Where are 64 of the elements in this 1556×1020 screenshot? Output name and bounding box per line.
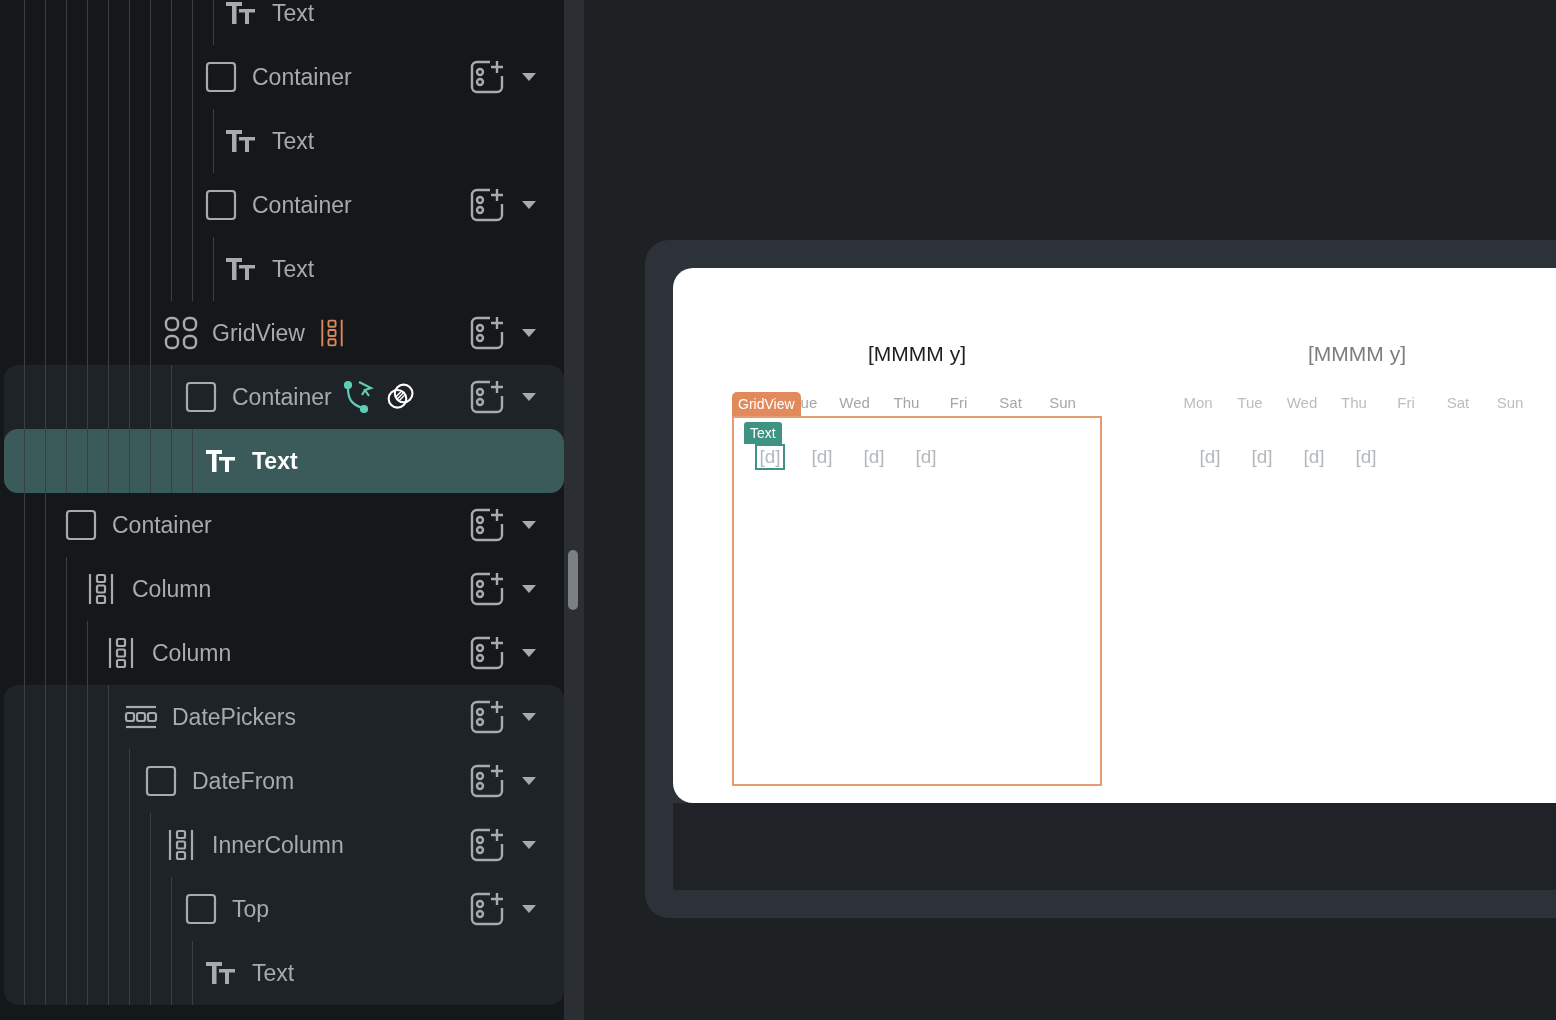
tree-item[interactable]: Column xyxy=(4,557,564,621)
weekday-label: ue xyxy=(800,394,819,413)
container-icon xyxy=(204,60,238,94)
dropdown-caret-icon[interactable] xyxy=(522,776,538,786)
tree-item[interactable]: Text xyxy=(4,237,564,301)
container-icon xyxy=(184,380,218,414)
add-widget-icon[interactable] xyxy=(468,698,506,736)
add-widget-icon[interactable] xyxy=(468,506,506,544)
tree-item[interactable]: Top xyxy=(4,877,564,941)
tree-item[interactable]: Text xyxy=(4,109,564,173)
month-title: [MMMM y] xyxy=(868,342,966,366)
weekday-label: Mon xyxy=(1182,394,1214,413)
weekday-label: Tue xyxy=(1236,394,1264,413)
add-widget-icon[interactable] xyxy=(468,186,506,224)
add-widget-icon[interactable] xyxy=(468,378,506,416)
add-widget-icon[interactable] xyxy=(468,634,506,672)
dropdown-caret-icon[interactable] xyxy=(522,904,538,914)
add-widget-icon[interactable] xyxy=(468,826,506,864)
container-icon xyxy=(64,508,98,542)
tree-item[interactable]: Container xyxy=(4,173,564,237)
weekday-label: Sat xyxy=(998,394,1023,413)
container-icon xyxy=(204,188,238,222)
dropdown-caret-icon[interactable] xyxy=(522,72,538,82)
weekday-label: Sun xyxy=(1048,394,1077,413)
weekday-label: Sun xyxy=(1495,394,1525,413)
add-widget-icon[interactable] xyxy=(468,58,506,96)
add-widget-icon[interactable] xyxy=(468,314,506,352)
weekday-label: Wed xyxy=(838,394,871,413)
dropdown-caret-icon[interactable] xyxy=(522,584,538,594)
tree-item[interactable]: GridView xyxy=(4,301,564,365)
grid-icon xyxy=(164,316,198,350)
month-title: [MMMM y] xyxy=(1308,342,1406,366)
tree-item[interactable]: Text xyxy=(4,0,564,45)
dropdown-caret-icon[interactable] xyxy=(522,200,538,210)
scrollbar-thumb[interactable] xyxy=(568,550,578,610)
dropdown-caret-icon[interactable] xyxy=(522,392,538,402)
weekday-label: Wed xyxy=(1285,394,1319,413)
text-tag: Text xyxy=(744,422,782,444)
weekday-label: Fri xyxy=(1396,394,1416,413)
add-widget-icon[interactable] xyxy=(468,570,506,608)
weekday-label: Thu xyxy=(1340,394,1368,413)
gridview-tag: GridView xyxy=(732,392,801,416)
tree-item[interactable]: Container xyxy=(4,493,564,557)
weekday-label: Fri xyxy=(948,394,969,413)
tree-item[interactable]: Text xyxy=(4,429,564,493)
dropdown-caret-icon[interactable] xyxy=(522,520,538,530)
container-icon xyxy=(144,764,178,798)
dropdown-caret-icon[interactable] xyxy=(522,648,538,658)
weekday-label: Thu xyxy=(892,394,921,413)
tree-item[interactable]: DateFrom xyxy=(4,749,564,813)
tree-item[interactable]: DatePickers xyxy=(4,685,564,749)
container-icon xyxy=(184,892,218,926)
tree-item[interactable]: InnerColumn xyxy=(4,813,564,877)
dropdown-caret-icon[interactable] xyxy=(522,328,538,338)
weekday-label: Sat xyxy=(1445,394,1471,413)
tree-item[interactable]: Container xyxy=(4,45,564,109)
dropdown-caret-icon[interactable] xyxy=(522,840,538,850)
tree-item[interactable]: Container xyxy=(4,365,564,429)
tree-item[interactable]: Text xyxy=(4,941,564,1005)
dropdown-caret-icon[interactable] xyxy=(522,712,538,722)
tree-item[interactable]: Column xyxy=(4,621,564,685)
add-widget-icon[interactable] xyxy=(468,890,506,928)
add-widget-icon[interactable] xyxy=(468,762,506,800)
branch-cursor-icon xyxy=(343,380,374,414)
